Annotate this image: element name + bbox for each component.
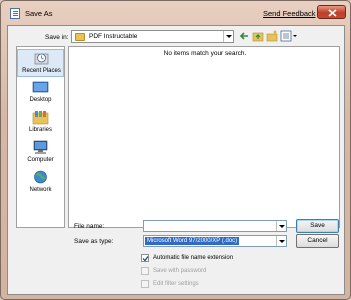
- save-as-dialog: Save As Send Feedback Save in: PDF Instr…: [0, 0, 351, 300]
- title-bar[interactable]: Save As Send Feedback: [1, 1, 350, 25]
- save-as-type-label: Save as type:: [74, 238, 114, 245]
- save-button[interactable]: Save: [296, 219, 339, 233]
- network-icon: [34, 170, 47, 184]
- chevron-down-icon[interactable]: [276, 221, 286, 231]
- chevron-down-icon[interactable]: [276, 236, 286, 246]
- save-as-type-dropdown[interactable]: Microsoft Word 97/2000/XP (.doc): [143, 235, 287, 247]
- up-folder-icon[interactable]: [252, 30, 264, 42]
- close-icon: [328, 9, 337, 17]
- place-label: Network: [29, 187, 52, 193]
- place-label: Computer: [27, 157, 54, 163]
- desktop-icon: [32, 81, 49, 93]
- window-title: Save As: [25, 9, 53, 18]
- place-label: Libraries: [28, 127, 52, 133]
- checkmark-icon: [142, 256, 149, 262]
- place-computer[interactable]: Computer: [17, 139, 64, 167]
- place-recent-places[interactable]: Recent Places: [17, 49, 64, 77]
- place-network[interactable]: Network: [17, 169, 64, 197]
- libraries-icon: [32, 111, 49, 125]
- send-feedback-link[interactable]: Send Feedback: [263, 9, 316, 18]
- file-name-label: File name:: [74, 223, 105, 230]
- views-menu-icon[interactable]: [280, 30, 298, 42]
- document-icon: [10, 8, 20, 19]
- empty-message: No items match your search.: [163, 50, 247, 57]
- place-label: Desktop: [29, 97, 52, 103]
- auto-extension-checkbox[interactable]: [141, 254, 149, 262]
- close-button[interactable]: [317, 5, 346, 19]
- new-folder-icon[interactable]: [266, 30, 278, 42]
- save-in-label: Save in:: [45, 34, 69, 41]
- file-name-input[interactable]: [143, 220, 287, 232]
- place-label: Recent Places: [22, 68, 61, 74]
- file-name-value: [145, 222, 149, 230]
- cancel-button[interactable]: Cancel: [296, 234, 339, 248]
- file-list[interactable]: No items match your search.: [68, 46, 340, 228]
- auto-extension-label: Automatic file name extension: [153, 255, 234, 261]
- save-in-dropdown[interactable]: PDF Instructable: [71, 30, 234, 43]
- places-bar: Recent Places Desktop Libraries Computer…: [16, 46, 65, 228]
- edit-filter-settings-label: Edit filter settings: [153, 281, 199, 287]
- dialog-body: Save in: PDF Instructable Recent Places …: [7, 25, 345, 295]
- edit-filter-settings-checkbox[interactable]: [141, 280, 149, 288]
- save-as-type-value: Microsoft Word 97/2000/XP (.doc): [145, 237, 240, 245]
- computer-icon: [33, 140, 48, 154]
- place-desktop[interactable]: Desktop: [17, 79, 64, 107]
- back-icon[interactable]: [238, 30, 250, 42]
- chevron-down-icon[interactable]: [223, 31, 233, 42]
- save-in-value: PDF Instructable: [89, 33, 138, 40]
- folder-icon: [75, 33, 85, 41]
- place-libraries[interactable]: Libraries: [17, 109, 64, 137]
- save-with-password-checkbox[interactable]: [141, 267, 149, 275]
- save-with-password-label: Save with password: [153, 268, 207, 274]
- recent-places-icon: [34, 53, 49, 65]
